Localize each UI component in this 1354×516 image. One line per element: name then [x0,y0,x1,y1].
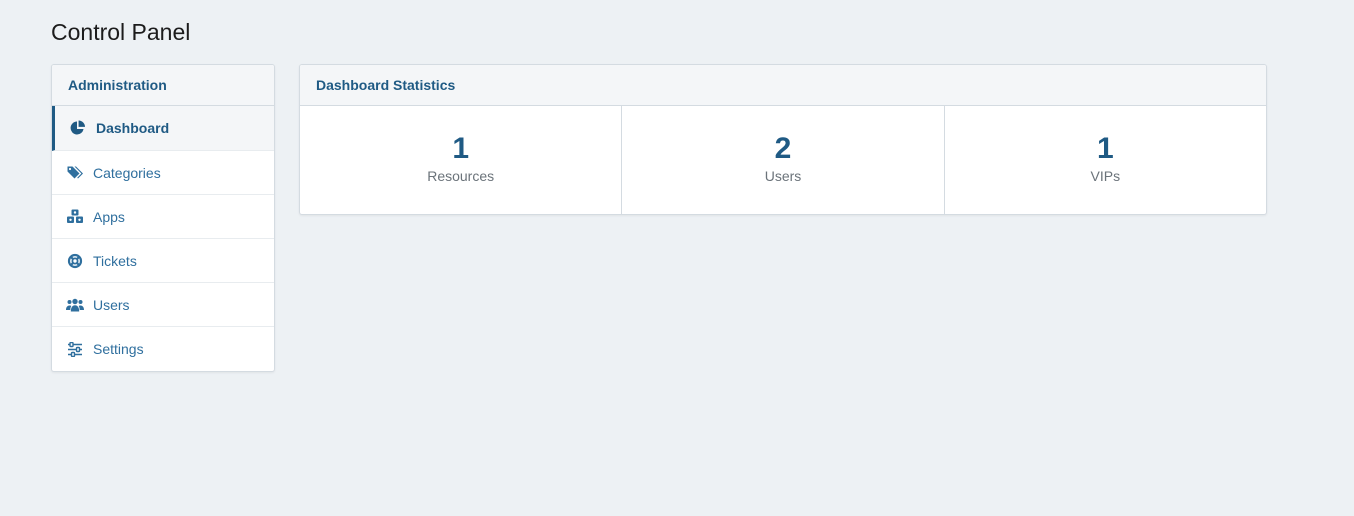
stat-value: 1 [1096,132,1114,165]
stat-label: Resources [427,168,495,184]
sidebar-item-apps[interactable]: Apps [52,195,274,239]
stat-value: 1 [452,132,469,165]
dashboard-statistics-panel: Dashboard Statistics 1 Resources 2 Users… [299,64,1267,215]
sidebar-item-settings[interactable]: Settings [52,327,274,371]
sidebar-item-users[interactable]: Users [52,283,274,327]
sidebar-item-label: Tickets [93,252,137,269]
admin-sidebar: Administration Dashboard Categories Apps… [51,64,275,372]
pie-chart-icon [69,120,87,136]
sidebar-item-dashboard[interactable]: Dashboard [52,106,274,151]
stat-label: VIPs [1090,168,1121,184]
stats-header: Dashboard Statistics [300,65,1266,106]
users-icon [66,297,84,313]
sidebar-item-label: Settings [93,341,144,357]
cubes-icon [66,209,84,225]
sidebar-item-label: Users [93,296,130,313]
tags-icon [66,165,84,181]
stats-body: 1 Resources 2 Users 1 VIPs [300,106,1266,214]
control-panel-page: Control Panel Administration Dashboard C… [0,0,1354,516]
stat-label: Users [764,168,802,184]
stat-users: 2 Users [622,106,945,214]
sidebar-item-label: Apps [93,208,125,225]
life-ring-icon [66,253,84,269]
page-title: Control Panel [51,19,191,45]
sidebar-item-tickets[interactable]: Tickets [52,239,274,283]
stat-vips: 1 VIPs [945,106,1266,214]
sidebar-header: Administration [52,65,274,106]
stat-resources: 1 Resources [300,106,623,214]
sidebar-item-label: Dashboard [96,120,170,136]
sidebar-item-categories[interactable]: Categories [52,151,274,195]
sliders-icon [66,341,84,357]
stat-value: 2 [774,132,792,165]
sidebar-item-label: Categories [93,164,161,181]
